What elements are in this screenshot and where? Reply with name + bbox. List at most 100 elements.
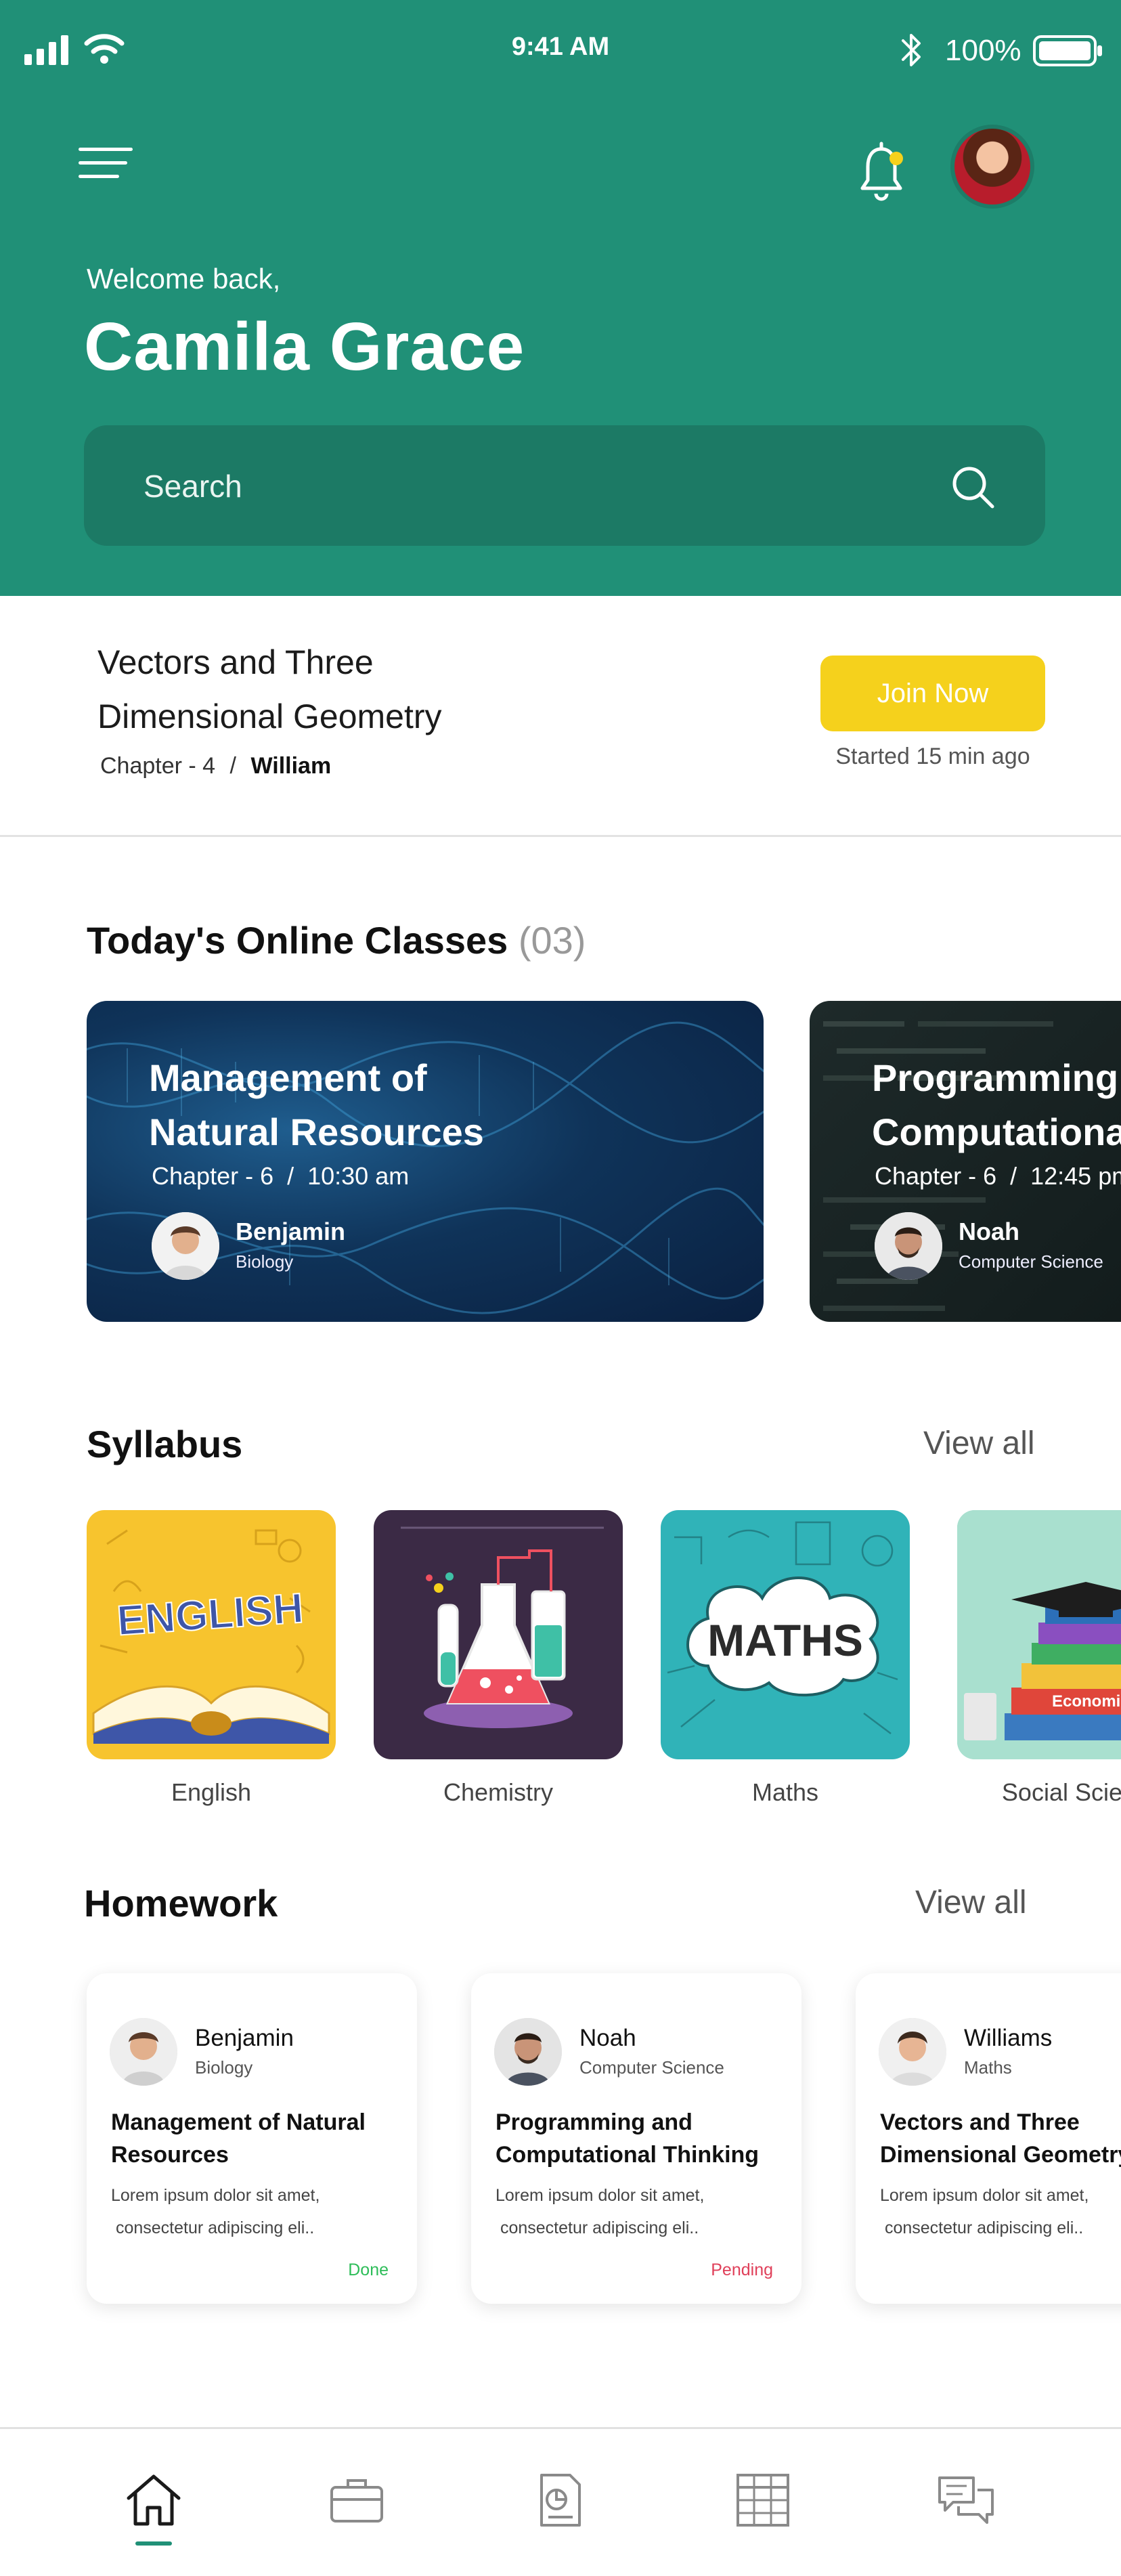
search-input[interactable] bbox=[144, 465, 888, 508]
homework-card[interactable]: Benjamin Biology Management of Natural R… bbox=[87, 1973, 417, 2304]
class-card[interactable]: Programming and Computational Chapter - … bbox=[810, 1001, 1121, 1322]
homework-status-done: Done bbox=[348, 2260, 389, 2279]
homework-title-line: Dimensional Geometry bbox=[880, 2142, 1121, 2168]
social-science-books-image: Economics bbox=[957, 1510, 1121, 1759]
live-class-title-line: Dimensional Geometry bbox=[97, 697, 442, 735]
started-time: Started 15 min ago bbox=[835, 744, 1030, 769]
class-card-teacher: Benjamin bbox=[236, 1218, 346, 1245]
homework-title-line: Programming and bbox=[496, 2109, 693, 2135]
class-card-title-line: Management of bbox=[149, 1056, 427, 1099]
class-card-title-line: Programming and bbox=[872, 1056, 1121, 1099]
bottom-navigation bbox=[0, 2427, 1121, 2576]
homework-card[interactable]: Noah Computer Science Programming and Co… bbox=[471, 1973, 801, 2304]
user-name: Camila Grace bbox=[84, 309, 525, 385]
subject-label: Social Science bbox=[1001, 1778, 1121, 1806]
welcome-text: Welcome back, bbox=[87, 263, 281, 295]
menu-icon[interactable] bbox=[76, 144, 137, 186]
chemistry-flask-image bbox=[374, 1510, 623, 1759]
subject-label: Chemistry bbox=[443, 1778, 554, 1806]
timetable-icon[interactable] bbox=[732, 2470, 793, 2531]
homework-title: Homework bbox=[84, 1882, 278, 1925]
teacher-avatar bbox=[494, 2018, 562, 2086]
briefcase-icon[interactable] bbox=[326, 2470, 387, 2531]
search-icon[interactable] bbox=[949, 463, 996, 511]
homework-teacher: Williams bbox=[964, 2025, 1053, 2051]
english-book-image: ENGLISH bbox=[87, 1510, 336, 1759]
header: 9:41 AM 100% Welcome back, Camila Grace bbox=[0, 0, 1121, 596]
online-classes-count: (03) bbox=[518, 919, 586, 962]
bluetooth-icon bbox=[902, 34, 921, 66]
homework-teacher: Noah bbox=[579, 2025, 636, 2051]
status-bar: 9:41 AM 100% bbox=[0, 0, 1121, 102]
teacher-avatar bbox=[879, 2018, 946, 2086]
homework-subject: Biology bbox=[195, 2057, 253, 2078]
social-image-text: Economics bbox=[1052, 1692, 1121, 1711]
chat-icon[interactable] bbox=[936, 2470, 996, 2531]
class-card-teacher: Noah bbox=[959, 1218, 1019, 1245]
homework-subject: Computer Science bbox=[579, 2057, 724, 2078]
teacher-avatar bbox=[875, 1212, 942, 1280]
online-classes-title: Today's Online Classes bbox=[87, 919, 508, 962]
home-icon[interactable] bbox=[123, 2470, 184, 2531]
maths-doodle-image: MATHS bbox=[661, 1510, 910, 1759]
live-class-title: Vectors and Three Dimensional Geometry bbox=[97, 635, 571, 744]
live-class-title-line: Vectors and Three bbox=[97, 643, 374, 681]
homework-title: Programming and Computational Thinking bbox=[496, 2106, 787, 2171]
app-screen: 9:41 AM 100% Welcome back, Camila Grace bbox=[0, 0, 1121, 2576]
class-card-title-line: Computational bbox=[872, 1111, 1121, 1153]
bell-icon[interactable] bbox=[854, 141, 908, 206]
subject-label: Maths bbox=[751, 1778, 819, 1806]
homework-status-pending: Pending bbox=[711, 2260, 773, 2279]
homework-desc-line: consectetur adipiscing eli.. bbox=[111, 2218, 315, 2237]
join-now-button[interactable]: Join Now bbox=[820, 656, 1045, 731]
homework-card[interactable]: Williams Maths Vectors and Three Dimensi… bbox=[856, 1973, 1121, 2304]
class-card-subject: Computer Science bbox=[959, 1251, 1103, 1272]
homework-title-line: Vectors and Three bbox=[880, 2109, 1080, 2135]
homework-subject: Maths bbox=[964, 2057, 1012, 2078]
class-card-title: Programming and Computational bbox=[872, 1051, 1121, 1159]
active-tab-indicator bbox=[135, 2541, 172, 2546]
class-card-meta: Chapter - 6 / 12:45 pm bbox=[875, 1162, 1121, 1190]
online-classes-heading: Today's Online Classes (03) bbox=[87, 918, 586, 962]
homework-desc-line: Lorem ipsum dolor sit amet, bbox=[880, 2186, 1089, 2205]
homework-desc-line: consectetur adipiscing eli.. bbox=[880, 2218, 1084, 2237]
meta-separator: / bbox=[229, 753, 236, 779]
live-class-banner: Vectors and Three Dimensional Geometry C… bbox=[0, 596, 1121, 837]
class-card-subject: Biology bbox=[236, 1251, 294, 1272]
homework-desc-line: Lorem ipsum dolor sit amet, bbox=[111, 2186, 320, 2205]
subject-chemistry[interactable]: Chemistry bbox=[374, 1510, 623, 1807]
class-card-title-line: Natural Resources bbox=[149, 1111, 484, 1153]
teacher-avatar bbox=[152, 1212, 219, 1280]
homework-title-line: Computational Thinking bbox=[496, 2142, 760, 2168]
homework-title: Vectors and Three Dimensional Geometry bbox=[880, 2106, 1121, 2171]
class-card[interactable]: Management of Natural Resources Chapter … bbox=[87, 1001, 764, 1322]
homework-title-line: Resources bbox=[111, 2142, 229, 2168]
class-card-title: Management of Natural Resources bbox=[149, 1051, 745, 1159]
english-image-text: ENGLISH bbox=[116, 1585, 305, 1645]
live-class-chapter: Chapter - 4 bbox=[100, 753, 216, 779]
code-background bbox=[823, 1021, 1053, 1311]
homework-view-all-link[interactable]: View all bbox=[915, 1884, 1027, 1921]
syllabus-title: Syllabus bbox=[87, 1423, 243, 1465]
report-icon[interactable] bbox=[529, 2470, 590, 2531]
syllabus-view-all-link[interactable]: View all bbox=[923, 1425, 1035, 1462]
homework-description: Lorem ipsum dolor sit amet, consectetur … bbox=[111, 2179, 402, 2244]
homework-description: Lorem ipsum dolor sit amet, consectetur … bbox=[880, 2179, 1121, 2244]
subject-social-science[interactable]: Economics Social Science bbox=[957, 1510, 1121, 1807]
teacher-avatar bbox=[110, 2018, 177, 2086]
homework-title: Management of Natural Resources bbox=[111, 2106, 402, 2171]
battery-percentage: 100% bbox=[945, 34, 1021, 67]
homework-description: Lorem ipsum dolor sit amet, consectetur … bbox=[496, 2179, 787, 2244]
subject-maths[interactable]: MATHS Maths bbox=[661, 1510, 910, 1807]
battery-icon bbox=[1033, 35, 1102, 66]
live-class-meta: Chapter - 4 / William bbox=[100, 753, 331, 779]
homework-desc-line: Lorem ipsum dolor sit amet, bbox=[496, 2186, 705, 2205]
homework-desc-line: consectetur adipiscing eli.. bbox=[496, 2218, 699, 2237]
subject-english[interactable]: ENGLISH English bbox=[87, 1510, 336, 1807]
search-bar bbox=[84, 425, 1045, 546]
homework-title-line: Management of Natural bbox=[111, 2109, 366, 2135]
subject-label: English bbox=[171, 1778, 252, 1806]
profile-avatar[interactable] bbox=[950, 125, 1034, 209]
maths-image-text: MATHS bbox=[707, 1615, 863, 1665]
live-class-teacher: William bbox=[250, 753, 332, 779]
